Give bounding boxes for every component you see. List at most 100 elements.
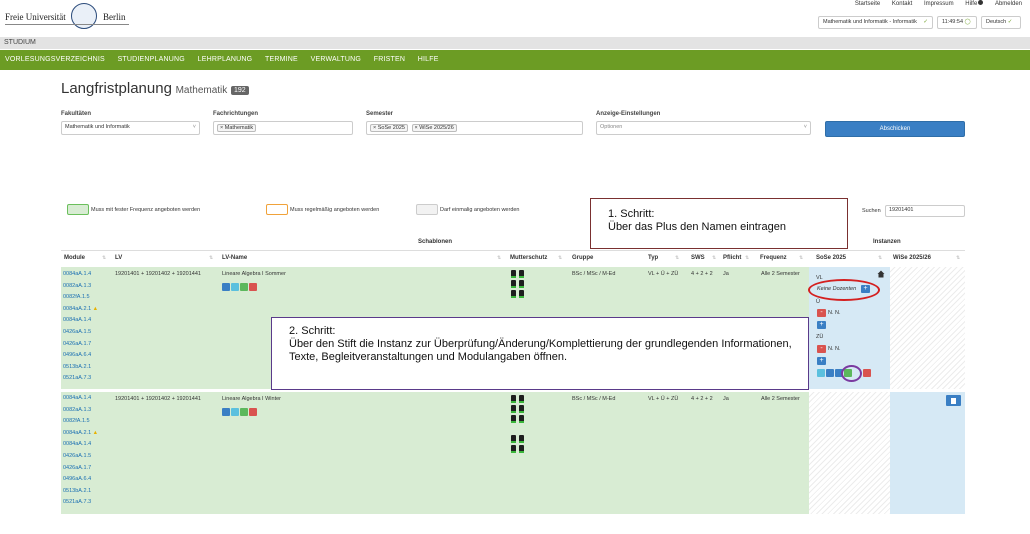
module-link[interactable]: 0521aA.7.3	[63, 373, 98, 385]
module-link[interactable]: 0426aA.1.7	[63, 339, 98, 351]
nav-hilfe[interactable]: HILFE	[418, 56, 439, 63]
row-actions	[222, 408, 258, 417]
delete-icon[interactable]	[249, 283, 257, 291]
create-instance-button[interactable]	[946, 395, 961, 406]
module-link-warning[interactable]: 0084aA.2.1 ▲	[63, 304, 98, 316]
nav-termine[interactable]: TERMINE	[265, 56, 298, 63]
remove-dozent-button[interactable]: -	[817, 345, 826, 353]
mutterschutz-indicator	[519, 441, 524, 443]
col-pflicht[interactable]: Pflicht	[723, 255, 741, 261]
legend-once-label: Darf einmalig angeboten werden	[440, 207, 520, 213]
column-headers: Module ⇅ LV ⇅ LV-Name ⇅ Mutterschutz ⇅ Grupp…	[61, 255, 965, 265]
legend-fixed-swatch	[67, 204, 89, 215]
module-link[interactable]: 0426aA.1.5	[63, 451, 98, 463]
copy-icon[interactable]	[826, 369, 834, 377]
sort-icon[interactable]: ⇅	[102, 255, 106, 261]
delete-icon[interactable]	[249, 408, 257, 416]
info-icon[interactable]	[222, 408, 230, 416]
chevron-down-icon: ˅	[192, 124, 196, 130]
impressum-link[interactable]: Impressum	[924, 1, 954, 7]
module-link[interactable]: 0496aA.6.4	[63, 474, 98, 486]
kontakt-link[interactable]: Kontakt	[892, 1, 912, 7]
module-link-warning[interactable]: 0084aA.2.1 ▲	[63, 428, 98, 440]
fu-seal-icon	[71, 3, 97, 29]
col-sose-2025[interactable]: SoSe 2025	[816, 255, 846, 261]
sws: 4 + 2 + 2	[691, 396, 713, 402]
module-link[interactable]: 0082aA.1.3	[63, 405, 98, 417]
add-dozent-button[interactable]: +	[817, 321, 826, 329]
module-link[interactable]: 0513bA.2.1	[63, 486, 98, 498]
col-sws[interactable]: SWS	[691, 255, 705, 261]
sort-icon[interactable]: ⇅	[558, 255, 562, 261]
nav-lehrplanung[interactable]: LEHRPLANUNG	[198, 56, 253, 63]
view-icon[interactable]	[231, 408, 239, 416]
semester-tag[interactable]: × SoSe 2025	[370, 124, 408, 132]
module-link[interactable]: 0084aA.1.4	[63, 269, 98, 281]
faculty-select[interactable]: Mathematik und Informatik - Informatik ✓	[818, 16, 933, 29]
col-mutterschutz[interactable]: Mutterschutz	[510, 255, 547, 261]
col-gruppe[interactable]: Gruppe	[572, 255, 593, 261]
language-select[interactable]: Deutsch ✓	[981, 16, 1021, 29]
legend-regular-label: Muss regelmäßig angeboten werden	[290, 207, 380, 213]
fachrichtung-tag[interactable]: × Mathematik	[217, 124, 257, 132]
module-link[interactable]: 0082fA.1.5	[63, 292, 98, 304]
fu-logo[interactable]: Freie Universität Berlin	[5, 3, 129, 31]
nav-fristen[interactable]: FRISTEN	[374, 56, 405, 63]
semester-input[interactable]: × SoSe 2025 × WiSe 2025/26	[366, 121, 583, 135]
legend-fixed-label: Muss mit fester Frequenz angeboten werde…	[91, 207, 201, 213]
sort-icon[interactable]: ⇅	[956, 255, 960, 261]
hilfe-label: Hilfe	[965, 1, 978, 7]
fachrichtungen-input[interactable]: × Mathematik	[213, 121, 353, 135]
module-link[interactable]: 0084aA.1.4	[63, 393, 98, 405]
col-frequenz[interactable]: Frequenz	[760, 255, 787, 261]
col-lv-name[interactable]: LV-Name	[222, 255, 247, 261]
col-wise-2025-26[interactable]: WiSe 2025/26	[893, 255, 931, 261]
sort-icon[interactable]: ⇅	[209, 255, 213, 261]
module-link[interactable]: 0426aA.1.5	[63, 327, 98, 339]
startseite-link[interactable]: Startseite	[855, 1, 880, 7]
nav-verwaltung[interactable]: VERWALTUNG	[311, 56, 362, 63]
col-module[interactable]: Module	[64, 255, 85, 261]
anzeige-select[interactable]: Optionen ˅	[596, 121, 811, 135]
remove-dozent-button[interactable]: -	[817, 309, 826, 317]
home-icon[interactable]	[877, 270, 885, 278]
module-link[interactable]: 0513bA.2.1	[63, 362, 98, 374]
sort-icon[interactable]: ⇅	[712, 255, 716, 261]
nav-vorlesungsverzeichnis[interactable]: VORLESUNGSVERZEICHNIS	[5, 56, 105, 63]
view-icon[interactable]	[231, 283, 239, 291]
module-link[interactable]: 0496aA.6.4	[63, 350, 98, 362]
col-typ[interactable]: Typ	[648, 255, 658, 261]
module-link[interactable]: 0084aA.1.4	[63, 315, 98, 327]
edit-icon[interactable]	[240, 283, 248, 291]
col-lv[interactable]: LV	[115, 255, 122, 261]
info-icon[interactable]	[222, 283, 230, 291]
nav-studienplanung[interactable]: STUDIENPLANUNG	[118, 56, 185, 63]
add-dozent-button[interactable]: +	[817, 357, 826, 365]
abschicken-button[interactable]: Abschicken	[825, 121, 965, 137]
mutterschutz-icon	[519, 405, 524, 413]
module-link[interactable]: 0084aA.1.4	[63, 439, 98, 451]
callout-step2-title: 2. Schritt:	[289, 325, 336, 337]
module-link[interactable]: 0082fA.1.5	[63, 416, 98, 428]
sort-icon[interactable]: ⇅	[675, 255, 679, 261]
sort-icon[interactable]: ⇅	[497, 255, 501, 261]
semester-tag[interactable]: × WiSe 2025/26	[411, 124, 457, 132]
module-list: 0084aA.1.4 0082aA.1.3 0082fA.1.5 0084aA.…	[63, 393, 98, 509]
fakultaeten-select[interactable]: Mathematik und Informatik ˅	[61, 121, 200, 135]
module-link[interactable]: 0082aA.1.3	[63, 281, 98, 293]
abmelden-link[interactable]: Abmelden	[995, 1, 1022, 7]
hilfe-link[interactable]: Hilfe	[965, 0, 984, 7]
delete-icon[interactable]	[863, 369, 871, 377]
sort-icon[interactable]: ⇅	[799, 255, 803, 261]
faculty-select-value: Mathematik und Informatik - Informatik	[823, 19, 917, 25]
view-icon[interactable]	[817, 369, 825, 377]
module-link[interactable]: 0426aA.1.7	[63, 463, 98, 475]
sort-icon[interactable]: ⇅	[745, 255, 749, 261]
edit-icon[interactable]	[240, 408, 248, 416]
module-link[interactable]: 0521aA.7.3	[63, 497, 98, 509]
home-icon-svg	[877, 270, 885, 278]
fachrichtungen-label: Fachrichtungen	[213, 111, 259, 117]
search-input[interactable]: 19201401	[885, 205, 965, 217]
mutterschutz-icon	[511, 415, 516, 423]
sort-icon[interactable]: ⇅	[878, 255, 882, 261]
